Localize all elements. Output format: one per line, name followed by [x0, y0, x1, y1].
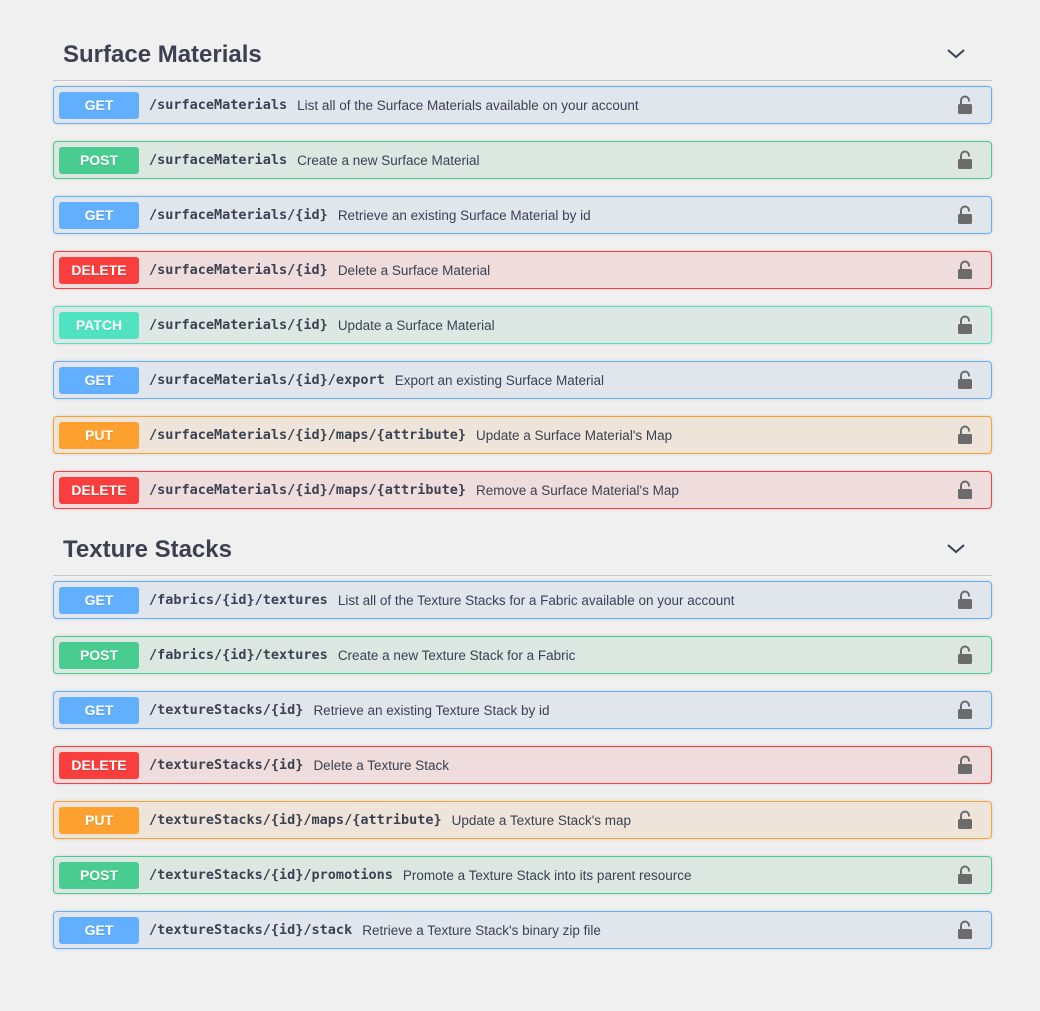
method-badge: GET — [59, 201, 139, 229]
section-surface-materials: Surface Materials GET/surfaceMaterials Li… — [53, 30, 992, 526]
endpoint-path: /fabrics/{id}/textures — [149, 647, 328, 663]
lock-icon[interactable] — [957, 590, 973, 610]
lock-icon[interactable] — [957, 700, 973, 720]
lock-icon[interactable] — [957, 205, 973, 225]
endpoint-path: /surfaceMaterials — [149, 97, 288, 113]
endpoint-path: /surfaceMaterials/{id}/maps/{attribute} — [149, 482, 466, 498]
endpoint-summary: Promote a Texture Stack into its parent … — [402, 867, 692, 883]
endpoint-path: /surfaceMaterials/{id} — [149, 207, 328, 223]
endpoint-summary: Update a Surface Material — [337, 317, 495, 333]
method-badge: GET — [59, 91, 139, 119]
endpoint-path: /surfaceMaterials/{id}/maps/{attribute} — [149, 427, 466, 443]
endpoint-path: /surfaceMaterials/{id} — [149, 262, 328, 278]
operation-row-get[interactable]: GET/surfaceMaterials/{id}/export Export a… — [53, 361, 992, 399]
method-badge: PUT — [59, 421, 139, 449]
method-badge: DELETE — [59, 476, 139, 504]
operation-row-get[interactable]: GET/textureStacks/{id}/stack Retrieve a T… — [53, 911, 992, 949]
operation-row-post[interactable]: POST/textureStacks/{id}/promotions Promot… — [53, 856, 992, 894]
section-header[interactable]: Surface Materials — [53, 30, 992, 81]
endpoint-summary: List all of the Surface Materials availa… — [297, 97, 639, 113]
method-badge: GET — [59, 586, 139, 614]
chevron-down-icon[interactable] — [946, 46, 966, 60]
api-docs-page: Surface Materials GET/surfaceMaterials Li… — [0, 0, 1040, 1011]
method-badge: POST — [59, 641, 139, 669]
lock-icon[interactable] — [957, 260, 973, 280]
endpoint-path: /surfaceMaterials — [149, 152, 288, 168]
endpoint-path: /surfaceMaterials/{id} — [149, 317, 328, 333]
section-texture-stacks: Texture Stacks GET/fabrics/{id}/textures… — [53, 525, 992, 966]
endpoint-summary: Delete a Texture Stack — [313, 757, 450, 773]
lock-icon[interactable] — [957, 865, 973, 885]
operation-row-put[interactable]: PUT/surfaceMaterials/{id}/maps/{attribut… — [53, 416, 992, 454]
method-badge: DELETE — [59, 256, 139, 284]
operations-list: GET/fabrics/{id}/textures List all of the… — [53, 581, 992, 949]
endpoint-summary: Retrieve an existing Texture Stack by id — [313, 702, 550, 718]
method-badge: PUT — [59, 806, 139, 834]
method-badge: DELETE — [59, 751, 139, 779]
method-badge: GET — [59, 916, 139, 944]
lock-icon[interactable] — [957, 810, 973, 830]
operation-row-get[interactable]: GET/surfaceMaterials List all of the Surf… — [53, 86, 992, 124]
method-badge: GET — [59, 366, 139, 394]
chevron-down-icon[interactable] — [946, 541, 966, 555]
lock-icon[interactable] — [957, 425, 973, 445]
lock-icon[interactable] — [957, 645, 973, 665]
lock-icon[interactable] — [957, 920, 973, 940]
operation-row-delete[interactable]: DELETE/surfaceMaterials/{id} Delete a Sur… — [53, 251, 992, 289]
endpoint-path: /fabrics/{id}/textures — [149, 592, 328, 608]
endpoint-path: /textureStacks/{id} — [149, 757, 304, 773]
endpoint-path: /textureStacks/{id}/stack — [149, 922, 353, 938]
section-title: Surface Materials — [63, 41, 262, 68]
lock-icon[interactable] — [957, 480, 973, 500]
lock-icon[interactable] — [957, 755, 973, 775]
lock-icon[interactable] — [957, 95, 973, 115]
operation-row-delete[interactable]: DELETE/surfaceMaterials/{id}/maps/{attri… — [53, 471, 992, 509]
endpoint-summary: Update a Surface Material's Map — [475, 427, 673, 443]
endpoint-summary: Delete a Surface Material — [337, 262, 491, 278]
endpoint-summary: Retrieve a Texture Stack's binary zip fi… — [362, 922, 601, 938]
lock-icon[interactable] — [957, 150, 973, 170]
endpoint-summary: List all of the Texture Stacks for a Fab… — [337, 592, 735, 608]
endpoint-summary: Create a new Texture Stack for a Fabric — [337, 647, 576, 663]
operation-row-post[interactable]: POST/surfaceMaterials Create a new Surfac… — [53, 141, 992, 179]
operation-row-post[interactable]: POST/fabrics/{id}/textures Create a new T… — [53, 636, 992, 674]
operation-row-put[interactable]: PUT/textureStacks/{id}/maps/{attribute} U… — [53, 801, 992, 839]
lock-icon[interactable] — [957, 370, 973, 390]
method-badge: GET — [59, 696, 139, 724]
operation-row-patch[interactable]: PATCH/surfaceMaterials/{id} Update a Surf… — [53, 306, 992, 344]
endpoint-path: /textureStacks/{id} — [149, 702, 304, 718]
endpoint-summary: Export an existing Surface Material — [394, 372, 605, 388]
operation-row-get[interactable]: GET/fabrics/{id}/textures List all of the… — [53, 581, 992, 619]
endpoint-summary: Update a Texture Stack's map — [451, 812, 632, 828]
section-header[interactable]: Texture Stacks — [53, 525, 992, 576]
method-badge: PATCH — [59, 311, 139, 339]
operation-row-get[interactable]: GET/surfaceMaterials/{id} Retrieve an exi… — [53, 196, 992, 234]
method-badge: POST — [59, 146, 139, 174]
method-badge: POST — [59, 861, 139, 889]
endpoint-summary: Create a new Surface Material — [297, 152, 480, 168]
endpoint-summary: Retrieve an existing Surface Material by… — [337, 207, 591, 223]
endpoint-path: /textureStacks/{id}/promotions — [149, 867, 393, 883]
lock-icon[interactable] — [957, 315, 973, 335]
operation-row-delete[interactable]: DELETE/textureStacks/{id} Delete a Textur… — [53, 746, 992, 784]
operations-list: GET/surfaceMaterials List all of the Surf… — [53, 86, 992, 509]
section-title: Texture Stacks — [63, 536, 232, 563]
operation-row-get[interactable]: GET/textureStacks/{id} Retrieve an existi… — [53, 691, 992, 729]
endpoint-path: /textureStacks/{id}/maps/{attribute} — [149, 812, 442, 828]
endpoint-path: /surfaceMaterials/{id}/export — [149, 372, 385, 388]
endpoint-summary: Remove a Surface Material's Map — [475, 482, 679, 498]
